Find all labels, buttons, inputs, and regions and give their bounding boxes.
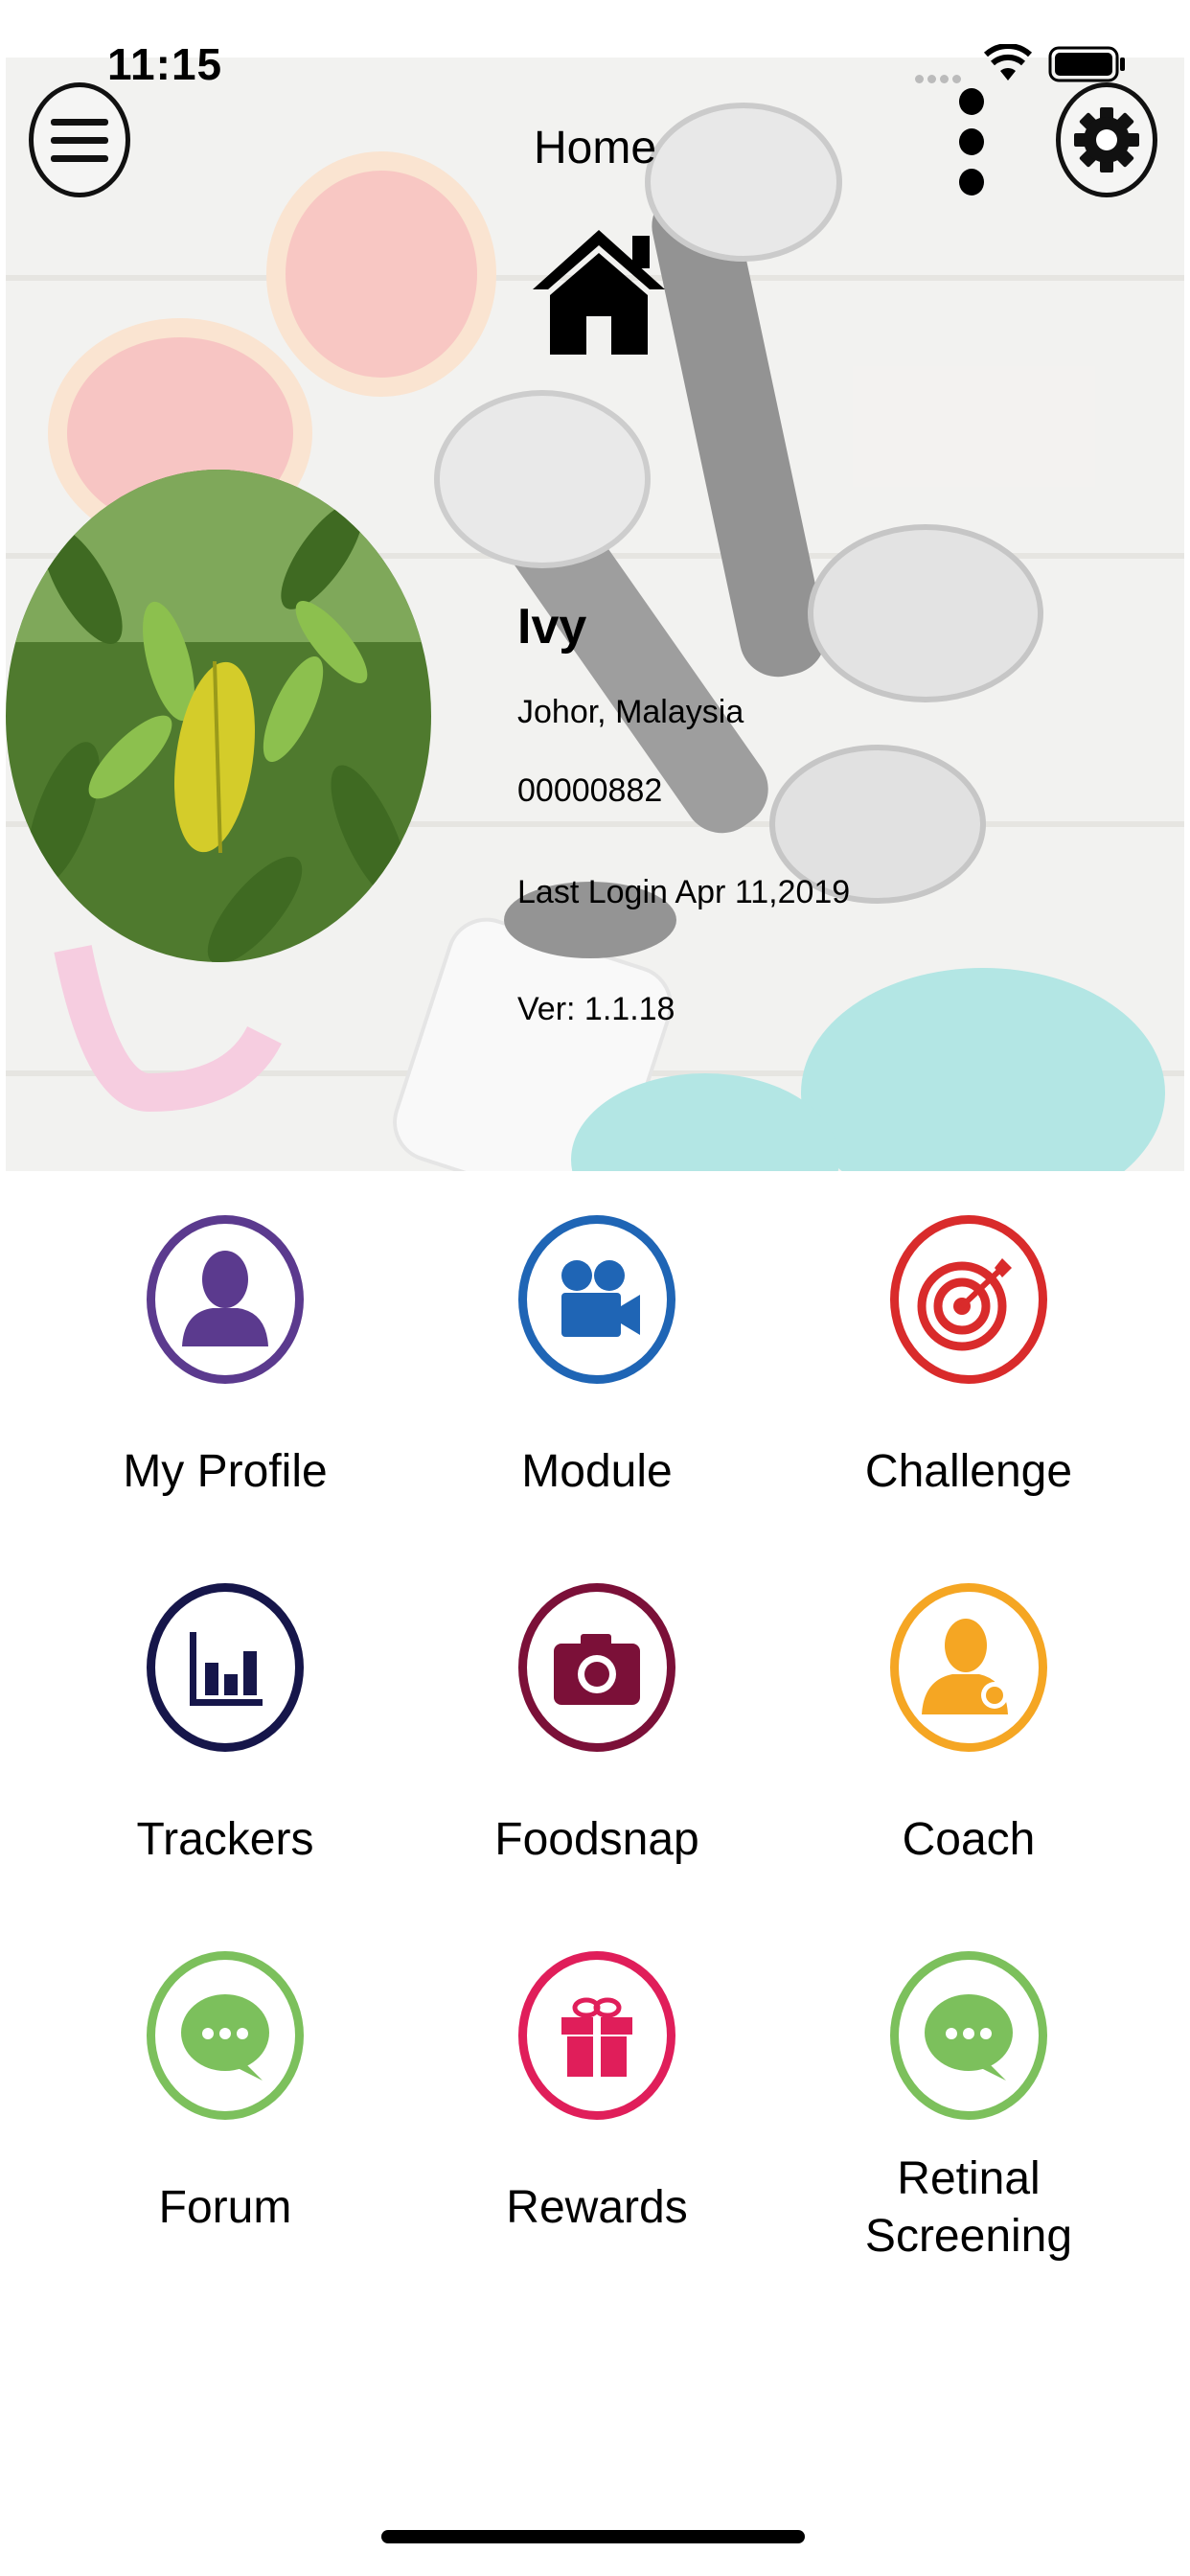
app-version: Ver: 1.1.18 (517, 991, 675, 1027)
avatar[interactable] (6, 470, 431, 962)
chat-bubble-icon (147, 1951, 304, 2120)
tile-label: Retinal Screening (864, 2153, 1073, 2262)
more-vertical-icon (959, 88, 984, 115)
status-time: 11:15 (107, 39, 223, 89)
more-options-button[interactable] (956, 88, 987, 205)
home-indicator[interactable] (381, 2530, 805, 2543)
tile-label: Rewards (506, 2182, 688, 2233)
tile-module[interactable]: Module (439, 1215, 755, 1522)
last-login: Last Login Apr 11,2019 (517, 874, 851, 910)
tile-forum[interactable]: Forum (67, 1951, 383, 2258)
camera-icon (518, 1583, 675, 1752)
tile-challenge[interactable]: Challenge (811, 1215, 1127, 1522)
tile-coach[interactable]: Coach (811, 1583, 1127, 1890)
bar-chart-icon (147, 1583, 304, 1752)
avatar-photo-leaves (6, 470, 431, 962)
tile-label: My Profile (123, 1446, 328, 1497)
tile-my-profile[interactable]: My Profile (67, 1215, 383, 1522)
battery-icon (1048, 46, 1125, 82)
user-icon (147, 1215, 304, 1384)
user-location: Johor, Malaysia (517, 694, 744, 730)
chat-bubble-icon (890, 1951, 1047, 2120)
tile-rewards[interactable]: Rewards (439, 1951, 755, 2258)
tile-label: Forum (158, 2182, 292, 2233)
user-name: Ivy (517, 599, 587, 655)
settings-button[interactable] (1056, 82, 1157, 197)
tile-label: Module (521, 1446, 673, 1497)
target-icon (890, 1215, 1047, 1384)
tile-label: Coach (902, 1814, 1036, 1865)
tile-trackers[interactable]: Trackers (67, 1583, 383, 1890)
status-bar: 11:15 (0, 0, 1190, 115)
home-icon (533, 230, 665, 355)
tile-foodsnap[interactable]: Foodsnap (439, 1583, 755, 1890)
wifi-icon (983, 44, 1033, 80)
gear-icon (1074, 107, 1139, 172)
signal-dots-icon (915, 71, 965, 88)
tile-label: Foodsnap (494, 1814, 699, 1865)
tile-label: Challenge (864, 1446, 1073, 1497)
tile-label: Trackers (136, 1814, 314, 1865)
page-title: Home (533, 123, 657, 173)
gift-icon (518, 1951, 675, 2120)
member-id: 00000882 (517, 772, 663, 809)
video-camera-icon (518, 1215, 675, 1384)
coach-icon (890, 1583, 1047, 1752)
tile-retinal-screening[interactable]: Retinal Screening (811, 1951, 1127, 2262)
